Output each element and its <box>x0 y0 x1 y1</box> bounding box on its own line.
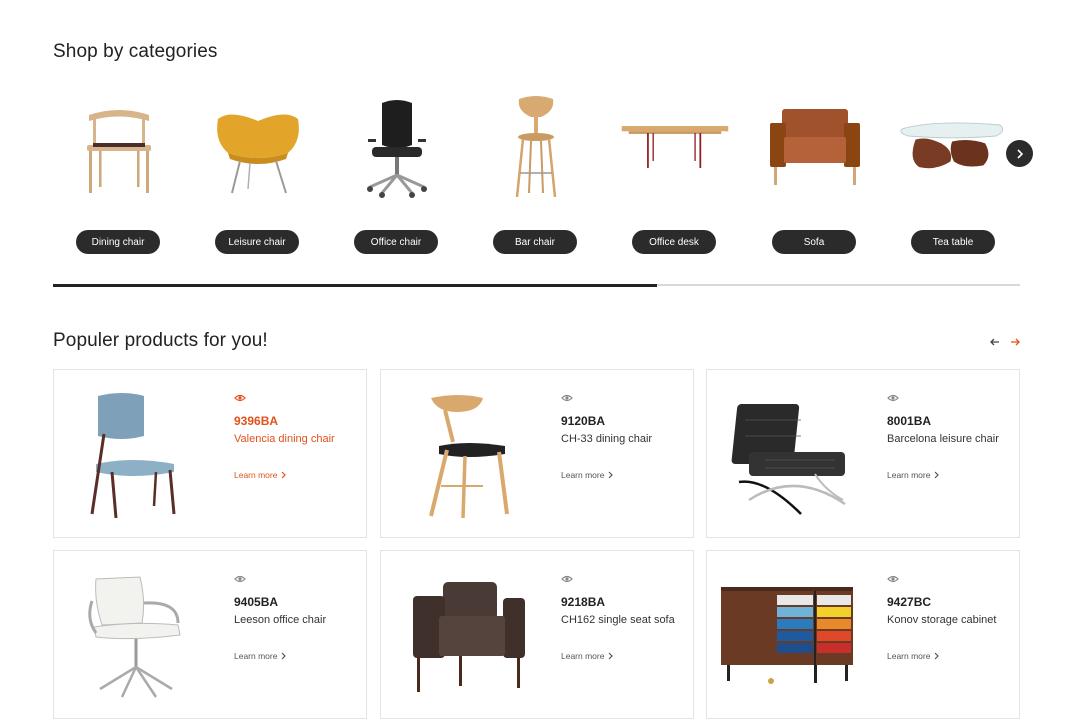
learn-more-link[interactable]: Learn more <box>234 470 287 480</box>
learn-more-link[interactable]: Learn more <box>234 651 287 661</box>
product-name: CH-33 dining chair <box>561 433 653 445</box>
popular-nav <box>988 335 1024 349</box>
chevron-right-icon <box>609 471 614 479</box>
product-image <box>399 382 529 527</box>
learn-more-link[interactable]: Learn more <box>887 651 940 661</box>
tea-table-icon <box>899 92 1009 202</box>
product-image <box>725 382 855 527</box>
product-code: 9120BA <box>561 414 606 428</box>
product-name: Leeson office chair <box>234 614 327 626</box>
product-code: 9218BA <box>561 595 606 609</box>
category-dining-chair[interactable]: Dining chair <box>64 92 174 262</box>
product-code: 9405BA <box>234 595 279 609</box>
office-desk-icon <box>620 92 730 202</box>
category-office-desk[interactable]: Office desk <box>620 92 730 262</box>
chevron-right-icon <box>935 471 940 479</box>
product-code: 9396BA <box>234 414 279 428</box>
product-card[interactable]: 9218BA CH162 single seat sofa Learn more <box>380 550 694 719</box>
product-name: Konov storage cabinet <box>887 614 997 626</box>
learn-more-label: Learn more <box>234 651 278 661</box>
dining-chair-icon <box>64 92 174 202</box>
scrollbar-thumb[interactable] <box>53 283 658 287</box>
category-label: Leisure chair <box>215 230 299 254</box>
arrow-left-icon[interactable] <box>988 335 1002 349</box>
eye-icon[interactable] <box>234 571 246 583</box>
category-label: Sofa <box>772 230 856 254</box>
product-image <box>72 382 202 527</box>
category-label: Tea table <box>911 230 995 254</box>
product-card[interactable]: 9396BA Valencia dining chair Learn more <box>53 369 367 538</box>
chevron-right-icon <box>609 652 614 660</box>
arrow-right-icon[interactable] <box>1008 335 1022 349</box>
learn-more-label: Learn more <box>234 470 278 480</box>
learn-more-label: Learn more <box>887 651 931 661</box>
chevron-right-icon <box>282 471 287 479</box>
product-name: CH162 single seat sofa <box>561 614 675 626</box>
learn-more-link[interactable]: Learn more <box>561 651 614 661</box>
categories-scrollbar[interactable] <box>53 283 1020 287</box>
category-tea-table[interactable]: Tea table <box>899 92 1009 262</box>
product-code: 8001BA <box>887 414 932 428</box>
office-chair-icon <box>342 92 452 202</box>
product-image <box>399 563 529 708</box>
learn-more-link[interactable]: Learn more <box>887 470 940 480</box>
eye-icon[interactable] <box>887 571 899 583</box>
product-image <box>72 563 202 708</box>
category-bar-chair[interactable]: Bar chair <box>481 92 591 262</box>
learn-more-label: Learn more <box>561 651 605 661</box>
product-card[interactable]: 9405BA Leeson office chair Learn more <box>53 550 367 719</box>
learn-more-label: Learn more <box>887 470 931 480</box>
product-name: Valencia dining chair <box>234 433 335 445</box>
learn-more-link[interactable]: Learn more <box>561 470 614 480</box>
category-label: Dining chair <box>76 230 160 254</box>
popular-products-title: Populer products for you! <box>53 330 268 351</box>
eye-icon[interactable] <box>561 390 573 402</box>
category-label: Bar chair <box>493 230 577 254</box>
category-label: Office chair <box>354 230 438 254</box>
chevron-right-icon <box>935 652 940 660</box>
eye-icon[interactable] <box>561 571 573 583</box>
eye-icon[interactable] <box>887 390 899 402</box>
category-sofa[interactable]: Sofa <box>760 92 870 262</box>
leisure-chair-icon <box>203 92 313 202</box>
chevron-right-icon <box>1016 148 1023 159</box>
chevron-right-icon <box>282 652 287 660</box>
product-card[interactable]: 8001BA Barcelona leisure chair Learn mor… <box>706 369 1020 538</box>
bar-chair-icon <box>481 92 591 202</box>
product-image <box>715 563 859 708</box>
category-leisure-chair[interactable]: Leisure chair <box>203 92 313 262</box>
product-code: 9427BC <box>887 595 932 609</box>
category-office-chair[interactable]: Office chair <box>342 92 452 262</box>
category-label: Office desk <box>632 230 716 254</box>
eye-icon[interactable] <box>234 390 246 402</box>
categories-title: Shop by categories <box>53 41 218 62</box>
product-card[interactable]: 9120BA CH-33 dining chair Learn more <box>380 369 694 538</box>
sofa-icon <box>760 92 870 202</box>
product-card[interactable]: 9427BC Konov storage cabinet Learn more <box>706 550 1020 719</box>
categories-next-button[interactable] <box>1006 140 1033 167</box>
product-name: Barcelona leisure chair <box>887 433 999 445</box>
learn-more-label: Learn more <box>561 470 605 480</box>
